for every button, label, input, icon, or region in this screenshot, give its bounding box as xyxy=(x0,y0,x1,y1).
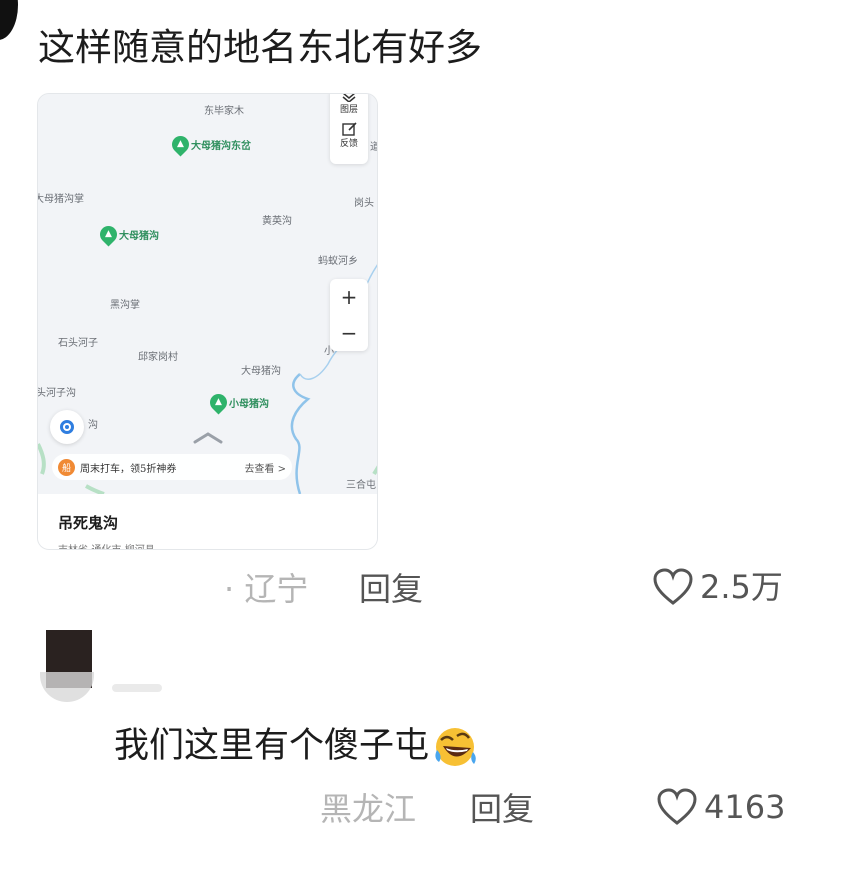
comment-text: 我们这里有个傻子屯 xyxy=(114,722,479,770)
map-poi[interactable]: ▲ 大母猪沟 xyxy=(96,222,159,247)
locate-button[interactable] xyxy=(50,410,84,444)
promo-badge-icon: 船 xyxy=(58,458,75,476)
map-place-label: 大母猪沟掌 xyxy=(37,194,84,205)
rofl-emoji-icon xyxy=(435,728,476,766)
map-place-label: 邱家岗村 xyxy=(138,352,178,363)
layers-icon xyxy=(342,94,356,102)
map-view[interactable]: 东毕家木 大母猪沟掌 黄英沟 岗头 蚂蚁河乡 黑沟掌 石头河子 邱家岗村 大母猪… xyxy=(37,94,377,494)
feedback-button[interactable]: 反馈 xyxy=(330,121,368,149)
tree-pin-icon: ▲ xyxy=(168,132,193,157)
promo-link[interactable]: 去查看 > xyxy=(244,460,286,475)
comment-text: 这样随意的地名东北有好多 xyxy=(38,26,482,69)
map-place-label: 头河子沟 xyxy=(37,388,76,399)
like-count: 2.5万 xyxy=(700,568,783,606)
map-place-label: 道 xyxy=(370,138,377,153)
map-place-label: 黑沟掌 xyxy=(110,300,140,311)
like-button[interactable]: 2.5万 xyxy=(652,567,783,607)
map-place-address: 吉林省-通化市-柳河县 xyxy=(58,541,155,549)
map-poi[interactable]: ▲ 大母猪沟东岔 xyxy=(168,132,251,157)
map-place-label: 石头河子 xyxy=(58,338,98,349)
map-place-label: 蚂蚁河乡 xyxy=(318,256,358,267)
tree-pin-icon: ▲ xyxy=(96,222,121,247)
map-poi[interactable]: ▲ 小母猪沟 xyxy=(206,390,269,415)
layers-button[interactable]: 图层 xyxy=(330,94,368,115)
promo-text: 周末打车，领5折神券 xyxy=(80,463,177,475)
map-place-label: 东毕家木 xyxy=(204,106,244,117)
zoom-in-button[interactable]: + xyxy=(330,279,368,315)
map-place-info[interactable]: 吊死鬼沟 吉林省-通化市-柳河县 xyxy=(38,494,377,549)
map-place-label: 三合屯 xyxy=(346,480,376,491)
tree-pin-icon: ▲ xyxy=(206,390,231,415)
locate-icon xyxy=(60,420,74,434)
feedback-icon xyxy=(342,122,357,136)
reply-button[interactable]: 回复 xyxy=(470,789,534,829)
map-place-label: 大母猪沟 xyxy=(241,366,281,377)
like-button[interactable]: 4163 xyxy=(656,787,785,827)
map-place-label: 沟 xyxy=(88,420,98,431)
zoom-out-button[interactable]: − xyxy=(330,315,368,351)
map-layer-controls: 图层 反馈 xyxy=(330,94,368,164)
ip-location: · 辽宁 xyxy=(224,570,309,608)
promo-banner[interactable]: 船 周末打车，领5折神券 去查看 > xyxy=(52,454,292,480)
like-count: 4163 xyxy=(704,788,786,826)
avatar-blur xyxy=(40,672,94,702)
heart-icon xyxy=(657,788,697,825)
map-place-label: 黄英沟 xyxy=(262,216,292,227)
map-card[interactable]: 东毕家木 大母猪沟掌 黄英沟 岗头 蚂蚁河乡 黑沟掌 石头河子 邱家岗村 大母猪… xyxy=(37,93,378,550)
username-blur xyxy=(112,684,162,692)
zoom-controls: + − xyxy=(330,279,368,351)
map-place-label: 岗头 xyxy=(354,198,374,209)
reply-button[interactable]: 回复 xyxy=(359,569,423,609)
ip-location: 黑龙江 xyxy=(320,790,417,828)
avatar[interactable] xyxy=(0,0,18,40)
heart-icon xyxy=(653,568,693,605)
chevron-up-icon[interactable] xyxy=(193,430,223,444)
map-place-name: 吊死鬼沟 xyxy=(58,514,119,532)
